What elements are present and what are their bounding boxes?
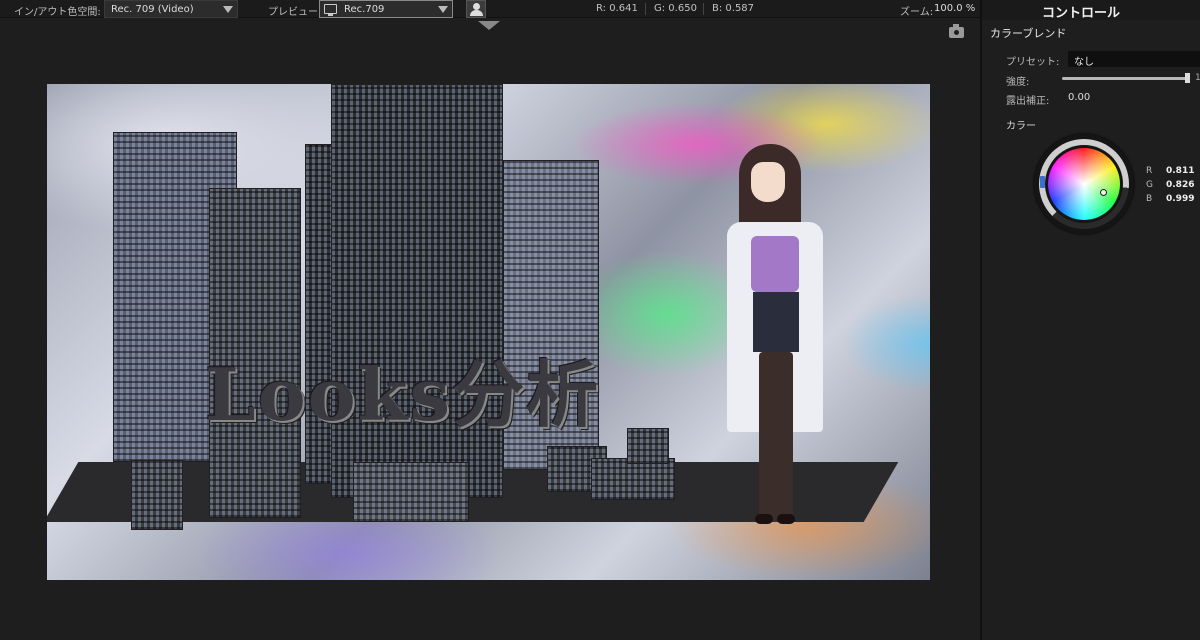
exposure-label: 露出補正:: [1006, 96, 1050, 107]
zoom-label: ズーム:: [900, 7, 934, 18]
viewer-area: Looks分析: [0, 18, 980, 640]
small-building: [353, 462, 469, 522]
camera-icon[interactable]: [949, 24, 964, 38]
preview-label: プレビュー:: [268, 7, 322, 18]
color-g-value: 0.826: [1166, 180, 1195, 190]
small-building: [131, 460, 183, 530]
anime-character: [707, 142, 847, 542]
in-out-colorspace-label: イン/アウト色空間:: [14, 7, 101, 18]
person-icon: [473, 3, 480, 10]
pixel-r-readout: R: 0.641: [596, 3, 638, 14]
control-panel: コントロール カラーブレンド プリセット: なし 強度: 1 露出補正: 0.0…: [982, 0, 1200, 640]
preset-dropdown[interactable]: なし: [1068, 51, 1200, 68]
color-g-readout: G 0.826: [1146, 180, 1194, 190]
color-b-readout: B 0.999: [1146, 194, 1194, 204]
color-wheel-control[interactable]: [1034, 134, 1134, 234]
viewer-toolbar: イン/アウト色空間: Rec. 709 (Video) プレビュー: Rec.7…: [0, 0, 980, 18]
color-wheel[interactable]: [1048, 148, 1120, 220]
color-r-key: R: [1146, 166, 1153, 176]
color-wheel-picker-dot[interactable]: [1100, 189, 1107, 196]
color-b-key: B: [1146, 194, 1153, 204]
character-blouse: [751, 236, 799, 292]
strength-slider-handle[interactable]: [1185, 73, 1190, 83]
character-skirt: [753, 292, 799, 352]
person-icon-body: [470, 10, 483, 16]
preset-label: プリセット:: [1006, 57, 1060, 68]
strength-label: 強度:: [1006, 77, 1030, 88]
looks-title-text: Looks分析: [205, 352, 601, 437]
in-out-colorspace-dropdown[interactable]: Rec. 709 (Video): [104, 0, 238, 18]
preview-dropdown[interactable]: Rec.709: [319, 0, 453, 18]
character-legs: [759, 352, 793, 522]
pixel-b-readout: B: 0.587: [712, 3, 755, 14]
viewer-notch-icon[interactable]: [478, 21, 500, 30]
character-shoe: [777, 514, 795, 524]
character-face: [751, 162, 785, 202]
dropdown-arrow-icon: [438, 6, 448, 13]
pixel-g-readout: G: 0.650: [654, 3, 697, 14]
zoom-value[interactable]: 100.0 %: [934, 3, 975, 14]
exposure-value[interactable]: 0.00: [1068, 92, 1090, 103]
in-out-colorspace-value: Rec. 709 (Video): [111, 4, 194, 15]
color-r-value: 0.811: [1166, 166, 1195, 176]
separator: [645, 3, 646, 15]
preview-value: Rec.709: [344, 4, 385, 15]
person-toggle-button[interactable]: [466, 0, 486, 18]
preview-image[interactable]: Looks分析: [47, 84, 930, 580]
color-g-key: G: [1146, 180, 1153, 190]
separator: [703, 3, 704, 15]
preset-value: なし: [1074, 57, 1094, 68]
small-building: [627, 428, 669, 464]
color-wheel-ring-marker[interactable]: [1040, 176, 1045, 188]
color-blend-section-title: カラーブレンド: [990, 27, 1067, 40]
strength-slider-track[interactable]: [1062, 77, 1188, 80]
color-b-value: 0.999: [1166, 194, 1195, 204]
color-label: カラー: [1006, 121, 1036, 132]
small-building: [591, 458, 675, 500]
dropdown-arrow-icon: [223, 6, 233, 13]
monitor-icon: [324, 4, 337, 16]
color-r-readout: R 0.811: [1146, 166, 1194, 176]
character-shoe: [755, 514, 773, 524]
strength-value: 1: [1195, 73, 1200, 83]
panel-title: コントロール: [982, 0, 1200, 21]
